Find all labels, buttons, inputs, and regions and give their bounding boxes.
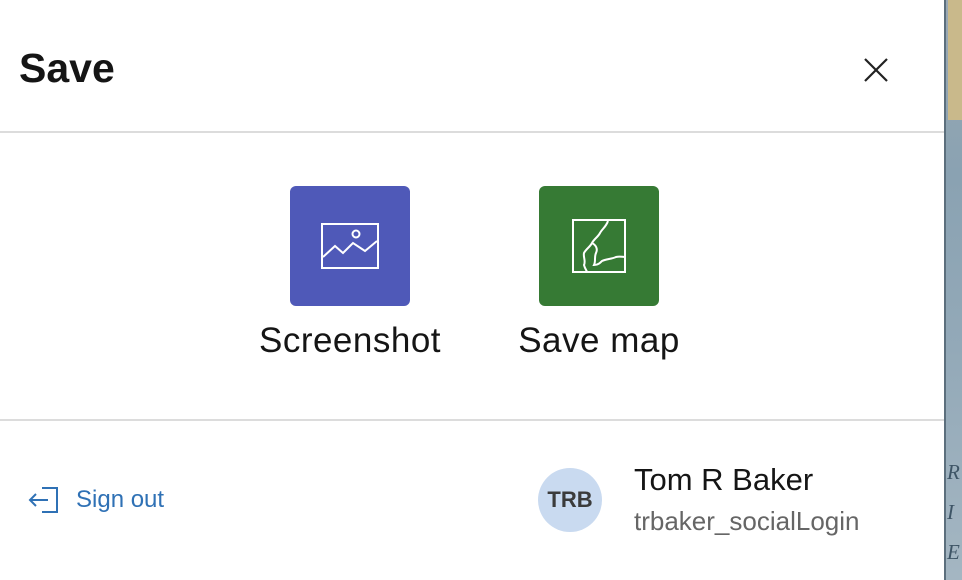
header-divider (0, 131, 944, 133)
page-title: Save (19, 45, 115, 91)
save-map-tile (539, 186, 659, 306)
close-icon (864, 58, 888, 82)
sign-out-label: Sign out (76, 486, 165, 513)
map-edge: R I E (944, 0, 962, 580)
save-map-label: Save map (518, 321, 680, 360)
screenshot-tile (290, 186, 410, 306)
screenshot-button[interactable]: Screenshot (250, 186, 450, 362)
sign-out-icon (28, 487, 58, 513)
close-button[interactable] (856, 50, 896, 90)
map-land-area (948, 0, 962, 120)
save-panel: Save Screenshot Save map Sign out TRB To… (0, 0, 944, 580)
save-map-button[interactable]: Save map (499, 186, 699, 362)
map-edge-letter: E (947, 540, 960, 564)
screenshot-label: Screenshot (258, 321, 442, 360)
avatar: TRB (538, 468, 602, 532)
map-edge-letter: R (947, 460, 960, 484)
user-name: Tom R Baker (634, 462, 814, 497)
image-icon (321, 223, 379, 269)
sign-out-button[interactable]: Sign out (28, 485, 164, 515)
footer-divider (0, 419, 944, 421)
user-login: trbaker_socialLogin (634, 506, 860, 536)
map-edge-labels: R I E (947, 452, 962, 572)
map-edge-letter: I (947, 500, 954, 524)
map-icon (572, 219, 626, 273)
